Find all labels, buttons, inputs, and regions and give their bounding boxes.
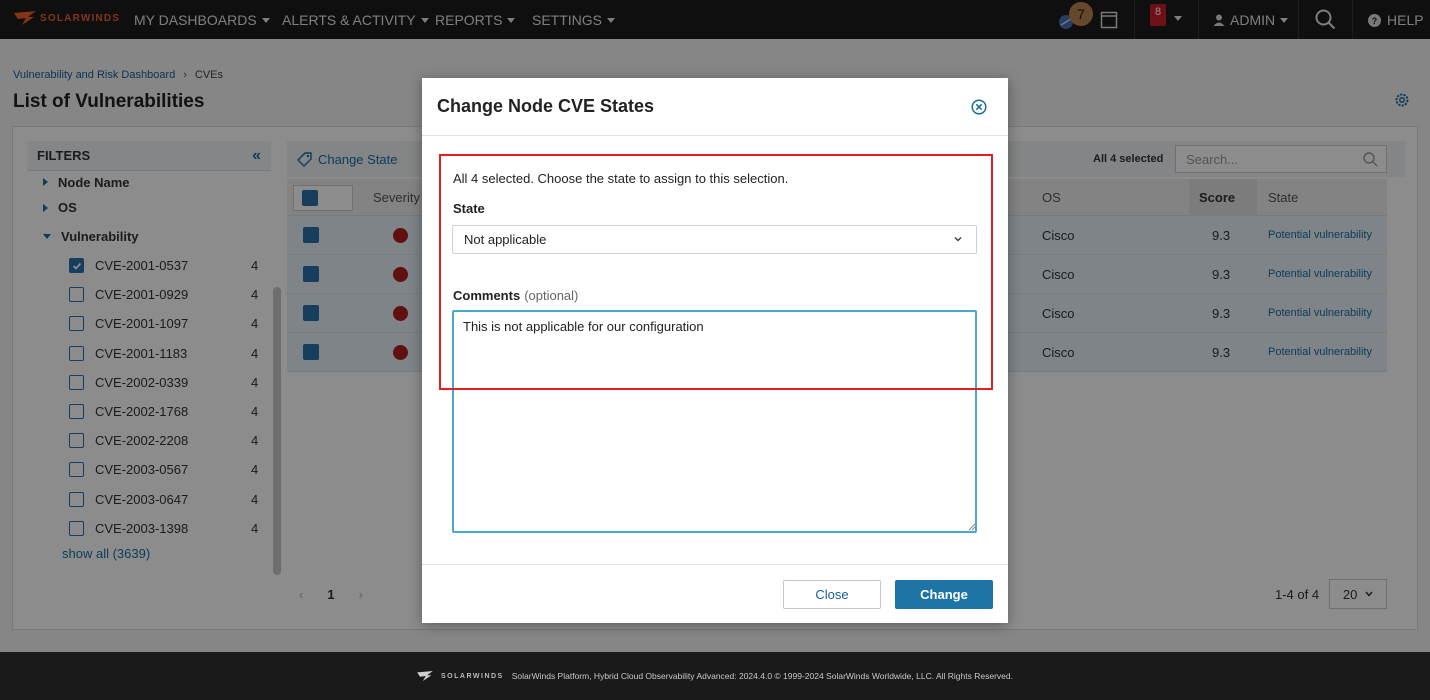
dialog-footer: Close Change [422, 564, 1008, 623]
dialog-title: Change Node CVE States [437, 96, 655, 116]
comments-label: Comments (optional) [453, 288, 578, 303]
optional-hint: (optional) [524, 288, 579, 303]
comments-textarea[interactable]: This is not applicable for our configura… [452, 310, 977, 533]
comments-label-text: Comments [453, 288, 521, 303]
solarwinds-bird-icon [417, 671, 433, 681]
footer: SOLARWINDS SolarWinds Platform, Hybrid C… [0, 652, 1430, 700]
change-button[interactable]: Change [895, 580, 993, 609]
footer-copyright: SolarWinds Platform, Hybrid Cloud Observ… [511, 671, 1013, 681]
state-dropdown[interactable]: Not applicable [452, 225, 977, 254]
close-icon[interactable] [971, 99, 987, 115]
resize-handle-icon[interactable] [968, 523, 976, 531]
state-label-text: State [453, 201, 485, 216]
close-button[interactable]: Close [783, 580, 881, 609]
selection-info-text: All 4 selected. Choose the state to assi… [453, 171, 789, 186]
state-selected-value: Not applicable [464, 232, 547, 247]
change-state-dialog: Change Node CVE States All 4 selected. C… [422, 78, 1008, 623]
chevron-down-icon [954, 237, 962, 242]
footer-logo-text: SOLARWINDS [441, 672, 504, 680]
dialog-header: Change Node CVE States [422, 78, 1008, 136]
state-label: State [453, 201, 485, 216]
